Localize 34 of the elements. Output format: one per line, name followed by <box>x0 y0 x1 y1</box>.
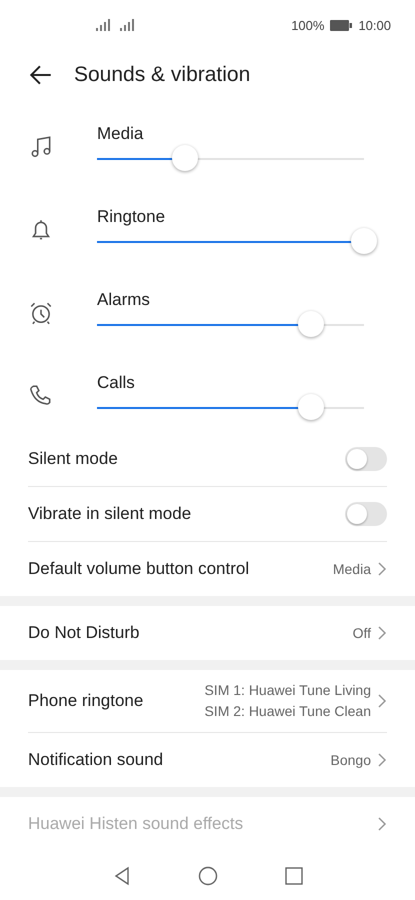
chevron-right-icon <box>377 816 387 832</box>
signal-icon <box>120 19 134 31</box>
page-title: Sounds & vibration <box>74 63 250 87</box>
setting-value: Media <box>332 560 371 578</box>
slider-thumb[interactable] <box>172 144 198 170</box>
chevron-right-icon <box>377 752 387 768</box>
volume-label: Ringtone <box>97 206 166 226</box>
battery-percent: 100% <box>291 18 324 32</box>
chevron-right-icon <box>377 625 387 641</box>
recents-icon[interactable] <box>282 865 304 887</box>
toggle-switch[interactable] <box>345 447 387 471</box>
battery-icon <box>330 20 352 30</box>
volume-label: Alarms <box>97 290 151 310</box>
signal-icon <box>96 19 110 31</box>
setting-label[interactable]: Silent mode <box>28 449 345 469</box>
slider-thumb[interactable] <box>351 228 377 254</box>
toggle-switch[interactable] <box>345 502 387 526</box>
setting-value: Bongo <box>330 750 371 770</box>
volume-label: Calls <box>97 372 136 392</box>
volume-label: Media <box>97 124 144 144</box>
home-icon[interactable] <box>196 865 218 887</box>
chevron-right-icon <box>377 693 387 709</box>
setting-label[interactable]: Phone ringtone <box>28 691 204 711</box>
setting-value: SIM 2: Huawei Tune Clean <box>204 702 371 721</box>
setting-label[interactable]: Notification sound <box>28 750 331 770</box>
clock-time: 10:00 <box>358 18 391 32</box>
slider-thumb[interactable] <box>298 394 324 420</box>
chevron-right-icon <box>377 561 387 577</box>
setting-label[interactable]: Vibrate in silent mode <box>28 504 345 524</box>
setting-label[interactable]: Default volume button control <box>28 559 333 579</box>
setting-label[interactable]: Do Not Disturb <box>28 623 353 643</box>
setting-value: Off <box>352 624 371 642</box>
setting-value: SIM 1: Huawei Tune Living <box>204 681 371 700</box>
slider-thumb[interactable] <box>298 310 324 336</box>
